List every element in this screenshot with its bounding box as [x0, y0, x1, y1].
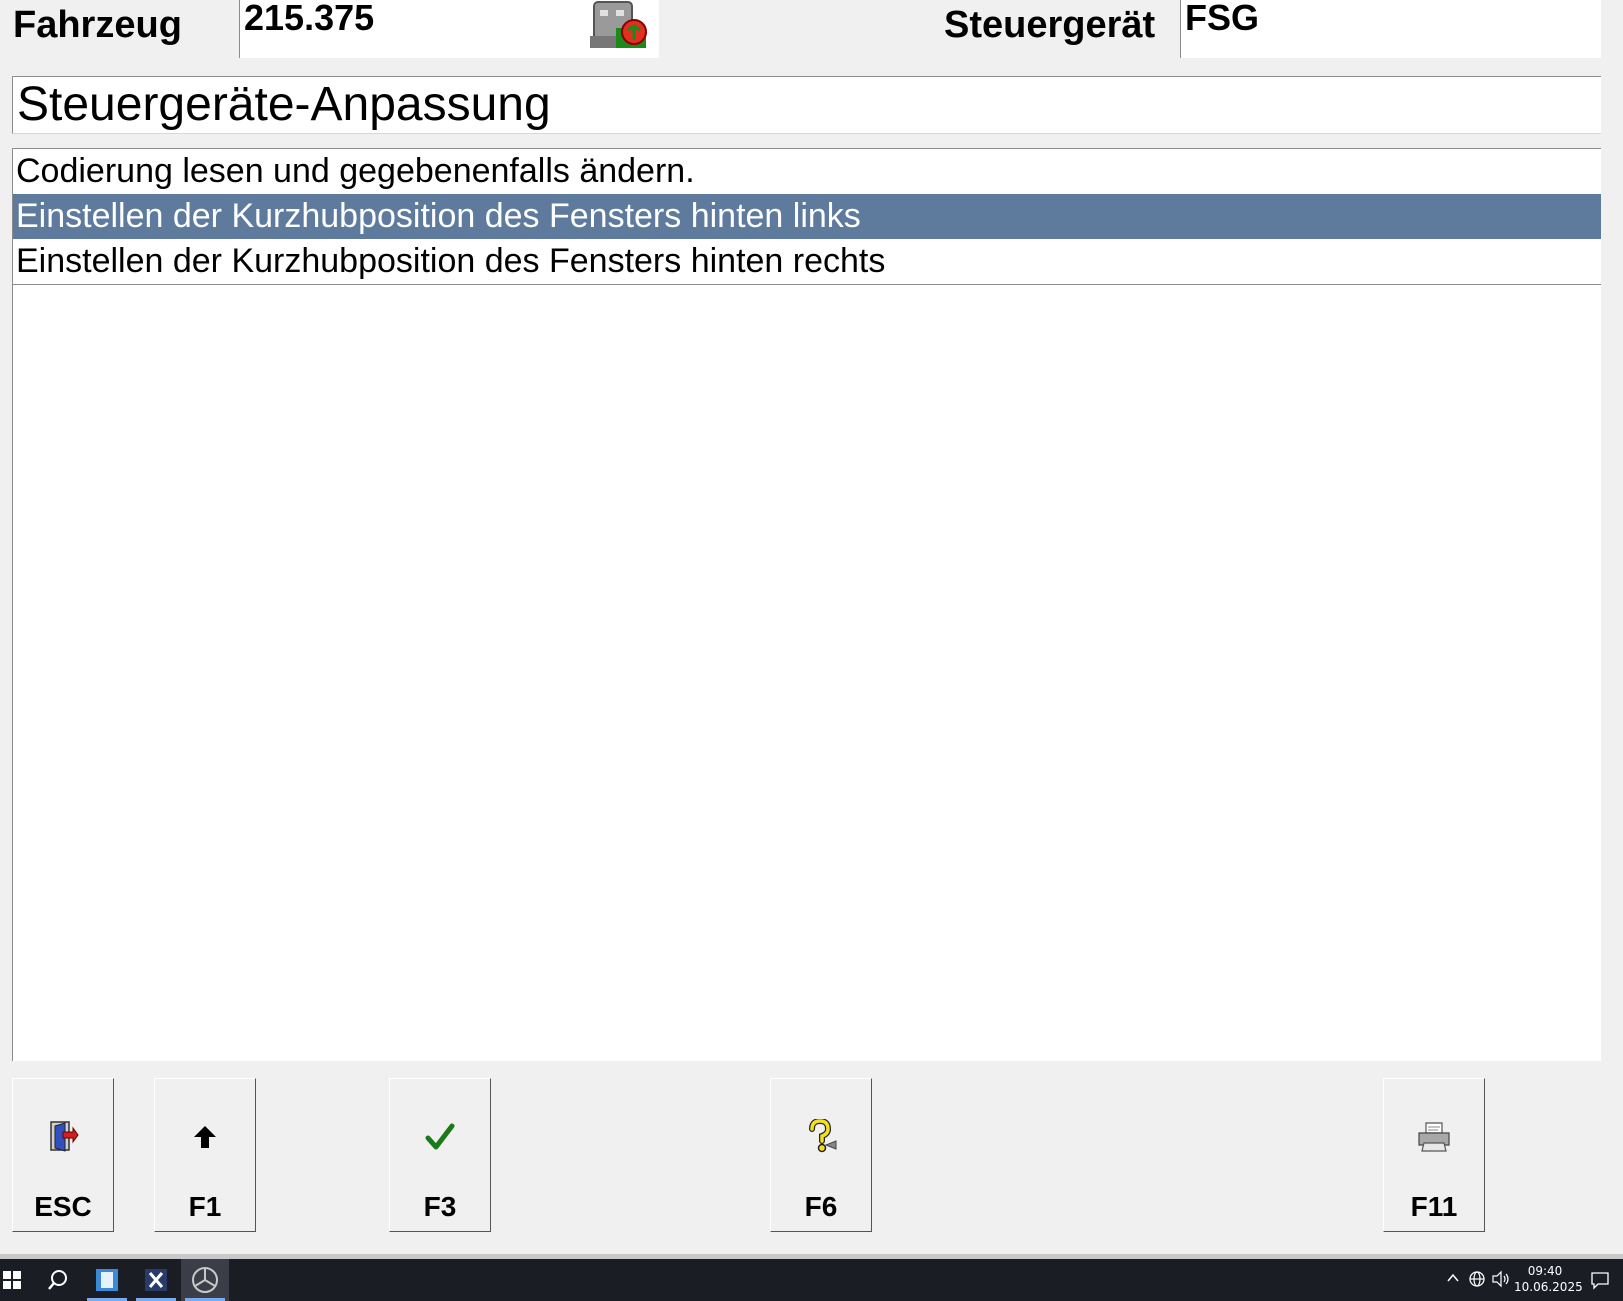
adaptation-list: Codierung lesen und gegebenenfalls änder… — [12, 148, 1601, 1061]
arrow-up-icon — [155, 1117, 255, 1157]
ecu-status-icon — [590, 0, 650, 56]
taskbar-app-x[interactable] — [132, 1259, 180, 1301]
clock[interactable]: 09:40 10.06.2025 — [1514, 1263, 1583, 1295]
taskbar-app-document[interactable] — [83, 1259, 131, 1301]
printer-icon — [1384, 1117, 1484, 1157]
f1-label: F1 — [188, 1191, 222, 1222]
list-item-coding[interactable]: Codierung lesen und gegebenenfalls änder… — [13, 149, 1601, 194]
help-icon — [771, 1117, 871, 1157]
ecu-field: FSG — [1180, 0, 1601, 58]
list-item-short-stroke-rear-right[interactable]: Einstellen der Kurzhubposition des Fenst… — [13, 239, 1601, 285]
taskbar: 09:40 10.06.2025 — [0, 1259, 1623, 1301]
clock-date: 10.06.2025 — [1514, 1280, 1583, 1294]
page-title: Steuergeräte-Anpassung — [12, 76, 1601, 134]
volume-icon[interactable] — [1491, 1270, 1511, 1293]
f3-button[interactable]: F3 — [389, 1078, 491, 1232]
f6-button[interactable]: F6 — [770, 1078, 872, 1232]
ecu-value: FSG — [1185, 0, 1260, 38]
clock-time: 09:40 — [1527, 1264, 1563, 1278]
star-logo-icon — [192, 1267, 218, 1293]
esc-label: ESC — [34, 1191, 92, 1222]
vehicle-value: 215.375 — [244, 0, 375, 38]
f3-label: F3 — [423, 1191, 457, 1222]
search-icon — [48, 1270, 67, 1290]
start-button[interactable] — [0, 1259, 36, 1301]
f11-label: F11 — [1410, 1191, 1458, 1222]
esc-button[interactable]: ESC — [12, 1078, 114, 1232]
search-button[interactable] — [34, 1259, 82, 1301]
notification-icon[interactable] — [1590, 1270, 1610, 1295]
taskbar-app-diagnosis[interactable] — [181, 1259, 229, 1301]
network-icon[interactable] — [1468, 1270, 1486, 1293]
exit-door-icon — [13, 1117, 113, 1157]
list-item-short-stroke-rear-left[interactable]: Einstellen der Kurzhubposition des Fenst… — [13, 194, 1601, 239]
vehicle-label: Fahrzeug — [13, 4, 182, 46]
checkmark-icon — [390, 1117, 490, 1157]
vehicle-field: 215.375 — [239, 0, 659, 58]
x-app-icon — [145, 1269, 167, 1291]
document-app-icon — [96, 1269, 118, 1291]
tray-chevron-icon[interactable] — [1446, 1271, 1460, 1290]
f1-button[interactable]: F1 — [154, 1078, 256, 1232]
windows-icon — [3, 1271, 21, 1289]
f6-label: F6 — [804, 1191, 838, 1222]
ecu-label: Steuergerät — [944, 4, 1156, 46]
f11-button[interactable]: F11 — [1383, 1078, 1485, 1232]
